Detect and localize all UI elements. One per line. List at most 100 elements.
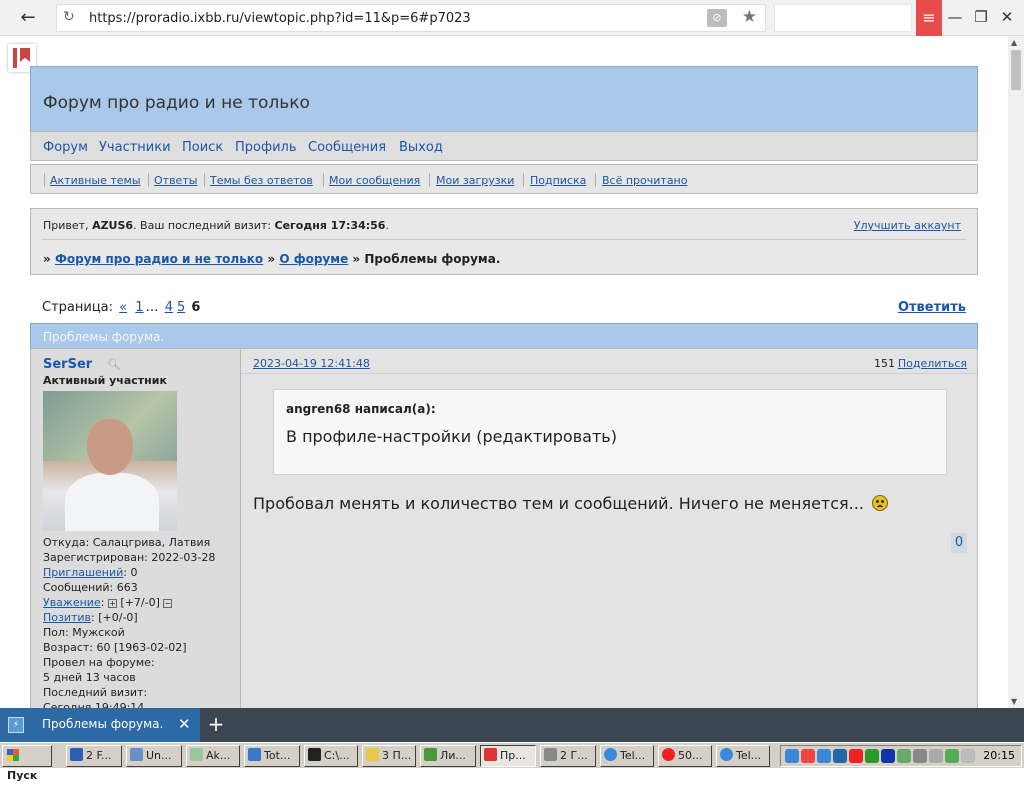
quote-block: angren68 написал(а): В профиле-настройки… — [273, 389, 947, 475]
avatar — [43, 391, 177, 531]
minus-icon[interactable]: − — [163, 598, 173, 608]
taskbar-item[interactable]: Tot... — [244, 745, 300, 767]
subnav-subscriptions[interactable]: Подписка — [530, 174, 586, 187]
pagination-ellipsis: … — [145, 300, 159, 315]
subnav-my-uploads[interactable]: Мои загрузки — [436, 174, 514, 187]
scrollbar-thumb[interactable] — [1011, 50, 1021, 90]
pagination-current: 6 — [191, 300, 201, 315]
clock[interactable]: 20:15 — [983, 749, 1015, 762]
plus-icon[interactable]: + — [107, 598, 117, 608]
tray-icon[interactable] — [897, 749, 911, 763]
nav-search[interactable]: Поиск — [182, 140, 223, 155]
breadcrumb-forum-link[interactable]: Форум про радио и не только — [55, 252, 263, 266]
tray-icon[interactable] — [865, 749, 879, 763]
taskbar-item[interactable]: 2 Г... — [540, 745, 596, 767]
nav-logout[interactable]: Выход — [399, 140, 443, 155]
taskbar-item-label: Tel... — [620, 749, 646, 762]
bookmark-star-icon[interactable]: ★ — [742, 7, 757, 27]
pagination-page-1[interactable]: 1 — [135, 300, 143, 315]
start-button[interactable]: Пуск — [2, 745, 52, 782]
subnav-replies[interactable]: Ответы — [154, 174, 197, 187]
taskbar-item[interactable]: Ak... — [186, 745, 240, 767]
author-name-link[interactable]: SerSer — [43, 357, 92, 372]
taskbar-item[interactable]: C:\... — [304, 745, 358, 767]
pagination-page-4[interactable]: 4 — [165, 300, 173, 315]
tray-icon[interactable] — [785, 749, 799, 763]
invites-link[interactable]: Приглашений — [43, 566, 123, 579]
scroll-up-icon[interactable]: ▲ — [1011, 38, 1017, 47]
taskbar-item[interactable]: 50... — [658, 745, 712, 767]
browser-search-input[interactable] — [774, 4, 912, 32]
taskbar-item-label: Пр... — [500, 749, 526, 762]
respect-link[interactable]: Уважение — [43, 596, 101, 609]
subnav-my-posts[interactable]: Мои сообщения — [329, 174, 420, 187]
nav-members[interactable]: Участники — [99, 140, 171, 155]
taskbar-item[interactable]: 3 П... — [362, 745, 416, 767]
vertical-scrollbar[interactable]: ▲ ▼ — [1008, 36, 1024, 708]
author-location: Откуда: Салацгрива, Латвия — [43, 536, 211, 549]
post: SerSer 🔍︎ Активный участник Откуда: Сала… — [30, 348, 978, 708]
url-text[interactable]: https://proradio.ixbb.ru/viewtopic.php?i… — [89, 11, 471, 26]
tab-active[interactable]: ⚡ Проблемы форума. ✕ — [0, 708, 200, 742]
taskbar-item-label: 50... — [678, 749, 703, 762]
scroll-down-icon[interactable]: ▼ — [1011, 697, 1017, 706]
taskbar-item-label: 2 F... — [86, 749, 112, 762]
tab-title[interactable]: Проблемы форума. — [42, 717, 163, 731]
subnav-mark-read[interactable]: Всё прочитано — [602, 174, 687, 187]
welcome-panel: Привет, AZUS6. Ваш последний визит: Сего… — [30, 208, 978, 275]
share-link[interactable]: Поделиться — [898, 357, 967, 370]
tray-icon[interactable] — [801, 749, 815, 763]
tray-icon[interactable] — [913, 749, 927, 763]
taskbar-item[interactable]: Tel... — [716, 745, 770, 767]
tray-icon[interactable] — [961, 749, 975, 763]
subnav-active-topics[interactable]: Активные темы — [50, 174, 141, 187]
close-tab-icon[interactable]: ✕ — [178, 715, 191, 733]
new-tab-icon[interactable]: + — [204, 712, 228, 736]
divider — [595, 173, 596, 187]
speaker-icon[interactable] — [929, 749, 943, 763]
tray-icon[interactable] — [833, 749, 847, 763]
pagination-prev[interactable]: « — [119, 300, 127, 315]
taskbar-item-label: Un... — [146, 749, 172, 762]
taskbar-item[interactable]: 2 F... — [66, 745, 122, 767]
forum-title: Форум про радио и не только — [43, 93, 310, 113]
tab-strip: ⚡ Проблемы форума. ✕ + — [0, 708, 1024, 742]
positive-link[interactable]: Позитив — [43, 611, 91, 624]
positive-value: : [+0/-0] — [91, 611, 138, 624]
reply-link[interactable]: Ответить — [898, 300, 966, 315]
post-rating[interactable]: 0 — [951, 533, 967, 553]
breadcrumb-separator: » — [267, 252, 276, 266]
pagination-page-5[interactable]: 5 — [177, 300, 185, 315]
nav-messages[interactable]: Сообщения — [308, 140, 386, 155]
taskbar-item[interactable]: Un... — [126, 745, 182, 767]
tray-icon[interactable] — [881, 749, 895, 763]
divider — [323, 173, 324, 187]
author-gender: Пол: Мужской — [43, 626, 125, 639]
subnav-unanswered[interactable]: Темы без ответов — [210, 174, 313, 187]
taskbar-item[interactable]: Tel... — [600, 745, 654, 767]
quote-author: angren68 написал(а): — [286, 402, 436, 416]
nav-forum[interactable]: Форум — [43, 140, 88, 155]
tray-icon[interactable] — [945, 749, 959, 763]
reload-icon[interactable]: ↻ — [63, 9, 75, 25]
close-window-icon[interactable]: ✕ — [994, 4, 1020, 30]
browser-menu-icon[interactable]: ≡ — [916, 0, 942, 36]
tray-icon[interactable] — [817, 749, 831, 763]
breadcrumb-section-link[interactable]: О форуме — [279, 252, 348, 266]
address-bar[interactable]: ↻ https://proradio.ixbb.ru/viewtopic.php… — [56, 4, 766, 32]
lock-icon[interactable]: ⊘ — [707, 9, 727, 27]
taskbar-item[interactable]: Ли... — [420, 745, 476, 767]
post-date-link[interactable]: 2023-04-19 12:41:48 — [253, 357, 370, 370]
taskbar-item-active[interactable]: Пр... — [480, 745, 536, 767]
main-navigation: Форум Участники Поиск Профиль Сообщения … — [30, 131, 978, 161]
nav-profile[interactable]: Профиль — [235, 140, 297, 155]
welcome-text: Привет, AZUS6. Ваш последний визит: Сего… — [43, 219, 389, 232]
upgrade-account-link[interactable]: Улучшить аккаунт — [854, 219, 961, 232]
restore-icon[interactable]: ❐ — [968, 4, 994, 30]
minimize-icon[interactable]: — — [942, 4, 968, 30]
topic-title: Проблемы форума. — [43, 330, 165, 344]
back-arrow-icon[interactable]: ← — [12, 6, 44, 30]
taskbar-item-label: 2 Г... — [560, 749, 588, 762]
tray-icon[interactable] — [849, 749, 863, 763]
search-icon[interactable]: 🔍︎ — [107, 358, 121, 371]
